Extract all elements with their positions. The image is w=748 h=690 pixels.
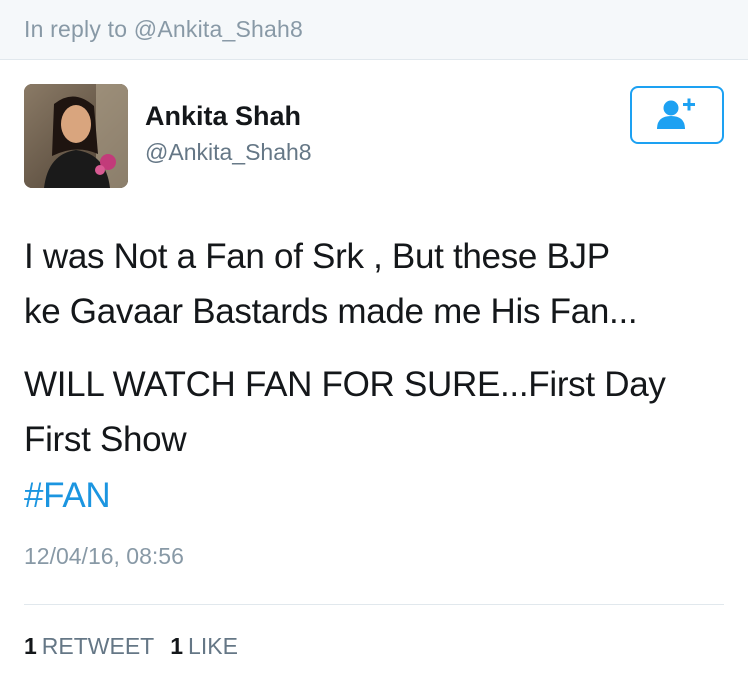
retweet-count: 1 [24, 633, 37, 659]
add-user-icon [657, 98, 695, 129]
like-count: 1 [170, 633, 184, 659]
divider [24, 604, 724, 605]
tweet-text-line: WILL WATCH FAN FOR SURE...First Day [24, 365, 666, 404]
follow-button[interactable] [630, 86, 724, 144]
author-handle[interactable]: @Ankita_Shah8 [145, 139, 312, 166]
hashtag-link[interactable]: #FAN [24, 476, 111, 516]
like-count-link[interactable]: 1 LIKE [170, 633, 238, 660]
tweet-text-line: ke Gavaar Bastards made me His Fan... [24, 292, 638, 331]
retweet-label: RETWEET [41, 633, 155, 659]
retweet-count-link[interactable]: 1 RETWEET [24, 633, 154, 660]
avatar-image [24, 84, 128, 188]
author-display-name[interactable]: Ankita Shah [145, 101, 301, 132]
tweet-detail: In reply to @Ankita_Shah8 Ankita Shah @A… [0, 0, 748, 690]
tweet-text-line: First Show [24, 420, 187, 459]
reply-context-bar[interactable]: In reply to @Ankita_Shah8 [0, 0, 748, 60]
avatar[interactable] [24, 84, 128, 188]
like-label: LIKE [188, 633, 238, 659]
tweet-text-line: I was Not a Fan of Srk , But these BJP [24, 237, 610, 276]
reply-context-text: In reply to @Ankita_Shah8 [24, 16, 303, 42]
tweet-stats: 1 RETWEET 1 LIKE [24, 633, 238, 660]
tweet-timestamp[interactable]: 12/04/16, 08:56 [24, 543, 184, 570]
